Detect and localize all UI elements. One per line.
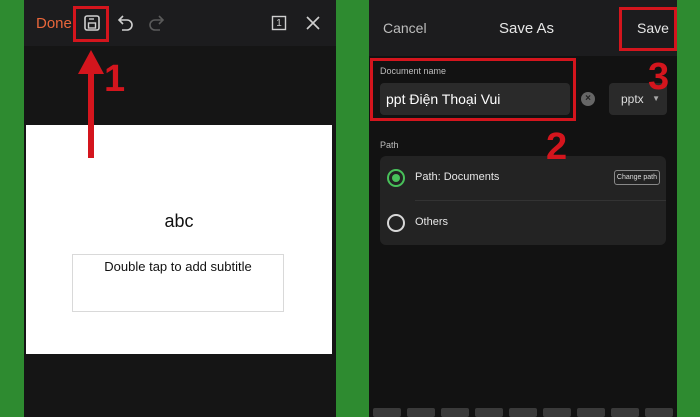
keyboard-edge (369, 408, 677, 417)
step-3-label: 3 (648, 56, 670, 98)
change-path-button[interactable]: Change path (613, 170, 660, 185)
radio-selected-icon[interactable] (387, 169, 405, 187)
clear-icon[interactable]: × (581, 92, 595, 106)
path-option-others[interactable]: Others (380, 201, 666, 245)
path-section-label: Path (380, 140, 399, 150)
step-1-label: 1 (104, 58, 126, 100)
radio-unselected-icon[interactable] (387, 214, 405, 232)
file-extension-value: pptx (621, 92, 644, 106)
page-title: Save As (499, 20, 555, 37)
cancel-button[interactable]: Cancel (383, 20, 427, 36)
document-name-highlight-box (370, 58, 576, 121)
path-option-documents[interactable]: Path: Documents Change path (380, 156, 666, 201)
save-button-highlight-box (619, 7, 677, 51)
path-option-label: Path: Documents (415, 171, 500, 183)
step-2-label: 2 (546, 126, 568, 168)
path-option-label: Others (415, 216, 449, 228)
path-options: Path: Documents Change path Others (380, 156, 666, 245)
